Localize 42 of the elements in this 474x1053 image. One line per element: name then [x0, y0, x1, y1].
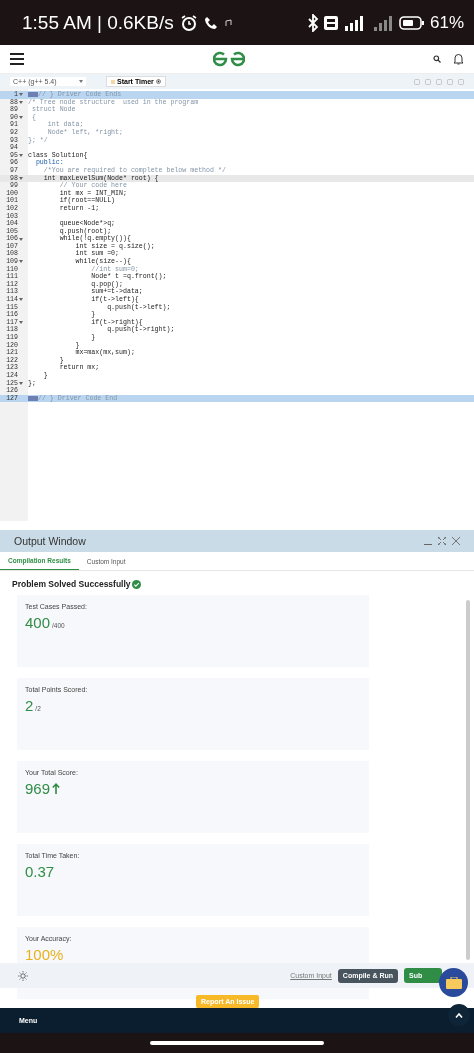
- alarm-icon: [179, 13, 198, 32]
- search-icon[interactable]: [433, 55, 441, 63]
- fold-icon[interactable]: [19, 298, 23, 302]
- chat-button[interactable]: [439, 968, 468, 997]
- check-circle-icon: [131, 579, 141, 589]
- fold-icon[interactable]: [19, 381, 23, 385]
- briefcase-icon: [445, 976, 462, 989]
- fold-icon[interactable]: [19, 321, 23, 325]
- fold-icon[interactable]: [19, 237, 23, 241]
- bell-icon[interactable]: [453, 53, 464, 65]
- signal-icon: [371, 14, 394, 31]
- code-marker: [28, 92, 38, 98]
- window-title: Output Window: [14, 535, 86, 547]
- battery-percent: 61%: [429, 12, 464, 33]
- battery-icon: [398, 15, 425, 30]
- status-time: 1:55 AM | 0.6KB/s: [22, 11, 174, 34]
- expand-icon[interactable]: [438, 537, 446, 545]
- fold-icon[interactable]: [19, 100, 23, 104]
- stat-value: 100%: [25, 946, 64, 963]
- timer-icon: [111, 79, 115, 84]
- fold-icon[interactable]: [19, 93, 23, 97]
- scrollbar[interactable]: [466, 600, 470, 960]
- volte-icon: [323, 15, 338, 30]
- close-icon[interactable]: [452, 537, 460, 545]
- fold-icon[interactable]: [19, 116, 23, 120]
- code-marker: [28, 396, 38, 402]
- stat-value: 0.37: [25, 863, 55, 880]
- stat-value: 969: [25, 780, 51, 797]
- bluetooth-icon: [306, 13, 319, 32]
- caret-icon: [79, 80, 83, 83]
- timer-icon: [155, 79, 161, 84]
- scroll-top-button[interactable]: [448, 1004, 470, 1026]
- logo-icon[interactable]: [212, 51, 245, 67]
- result-message: Problem Solved Successfully: [12, 579, 131, 589]
- menu-icon[interactable]: [10, 53, 24, 65]
- fold-icon[interactable]: [19, 260, 23, 264]
- caret-up-icon: [455, 1012, 463, 1018]
- stat-value: 400: [25, 614, 51, 631]
- fold-icon[interactable]: [19, 176, 23, 180]
- phone-icon: [203, 15, 218, 30]
- stat-value: 2: [25, 697, 34, 714]
- fold-icon[interactable]: [19, 154, 23, 158]
